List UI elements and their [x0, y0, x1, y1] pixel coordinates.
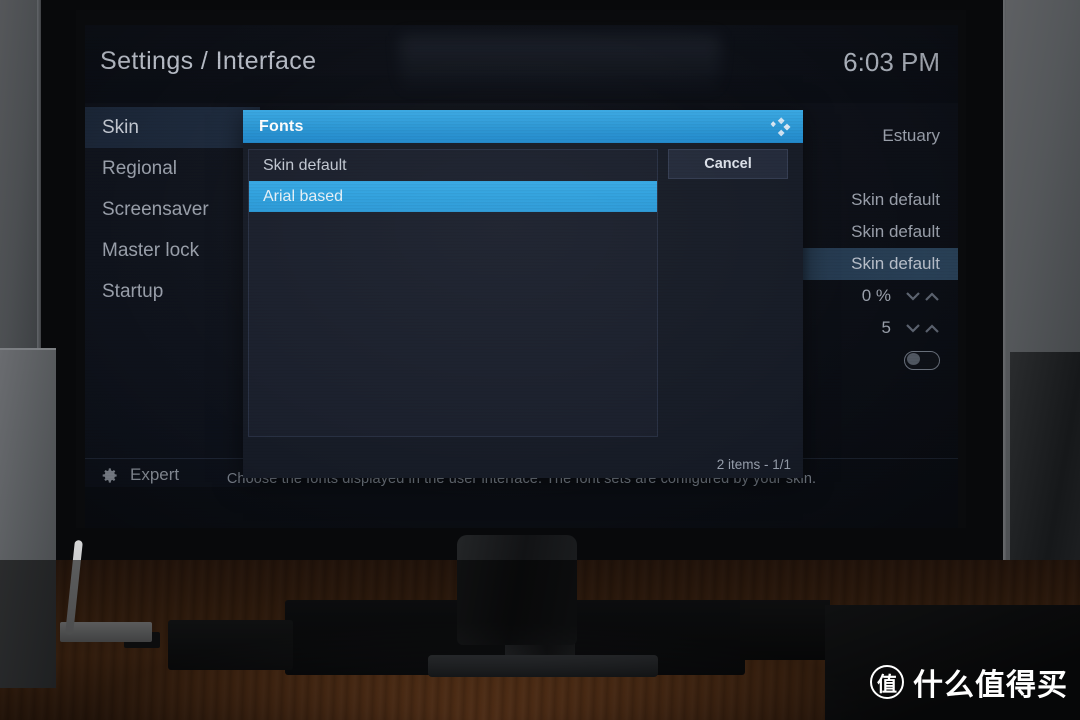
sidebar-item-screensaver[interactable]: Screensaver [85, 189, 260, 230]
watermark-badge: 值 [870, 665, 904, 699]
list-item-label: Arial based [263, 188, 344, 205]
setting-value-row[interactable]: 0 % [778, 280, 958, 312]
setting-value: Estuary [882, 126, 940, 145]
fonts-dialog: Fonts Skin default Arial based Cancel 2 … [243, 110, 803, 478]
sidebar-item-skin[interactable]: Skin [85, 107, 260, 148]
sidebar-item-regional[interactable]: Regional [85, 148, 260, 189]
setting-value: 0 % [861, 286, 891, 305]
setting-value: Skin default [851, 190, 940, 209]
setting-value-row[interactable] [778, 344, 958, 376]
kodi-screen: Settings / Interface 6:03 PM Skin Region… [85, 25, 958, 528]
setting-value-row-selected[interactable]: Skin default [778, 248, 958, 280]
list-item[interactable]: Skin default [249, 150, 657, 181]
sidebar-item-startup[interactable]: Startup [85, 271, 260, 312]
sidebar-item-master-lock[interactable]: Master lock [85, 230, 260, 271]
item-count-label: 2 items - 1/1 [716, 457, 791, 472]
cancel-button-label: Cancel [704, 156, 752, 172]
photo-scene: Settings / Interface 6:03 PM Skin Region… [0, 0, 1080, 720]
kodi-logo-icon [768, 115, 792, 139]
setting-value: Skin default [851, 254, 940, 273]
toggle-knob [907, 353, 920, 366]
spinner-control[interactable] [905, 291, 940, 302]
setting-value-row[interactable]: Skin default [778, 184, 958, 216]
setting-value: 5 [881, 318, 891, 337]
setting-value-row[interactable]: 5 [778, 312, 958, 344]
page-title: Settings / Interface [100, 47, 317, 75]
watermark-text: 什么值得买 [913, 668, 1068, 703]
chevron-up-icon [925, 291, 939, 301]
dialog-title: Fonts [259, 117, 304, 135]
settings-values-column: Estuary Skin default Skin default Skin d… [778, 120, 958, 376]
dialog-titlebar: Fonts [243, 110, 803, 143]
setting-value: Skin default [851, 222, 940, 241]
clock: 6:03 PM [843, 47, 940, 77]
sidebar-item-label: Screensaver [102, 199, 209, 220]
sidebar-item-label: Regional [102, 158, 177, 179]
chevron-up-icon [925, 323, 939, 333]
chevron-down-icon [906, 323, 920, 333]
dialog-body: Skin default Arial based Cancel 2 items … [243, 143, 803, 478]
setting-value-row-empty [778, 152, 958, 184]
fonts-list[interactable]: Skin default Arial based [248, 149, 658, 437]
list-item-label: Skin default [263, 157, 347, 174]
toggle-switch[interactable] [904, 350, 940, 370]
kodi-header: Settings / Interface 6:03 PM [85, 25, 958, 103]
sidebar-item-label: Skin [102, 117, 139, 138]
settings-category-list: Skin Regional Screensaver Master lock St… [85, 107, 260, 487]
watermark: 值 什么值得买 [870, 660, 1068, 704]
setting-value-row[interactable]: Skin default [778, 216, 958, 248]
setting-value-row[interactable]: Estuary [778, 120, 958, 152]
wall-left [0, 0, 41, 358]
list-item-selected[interactable]: Arial based [249, 181, 657, 212]
chevron-down-icon [906, 291, 920, 301]
sidebar-item-label: Startup [102, 281, 164, 302]
sidebar-item-label: Master lock [102, 240, 200, 261]
spinner-control[interactable] [905, 323, 940, 334]
cancel-button[interactable]: Cancel [668, 149, 788, 179]
